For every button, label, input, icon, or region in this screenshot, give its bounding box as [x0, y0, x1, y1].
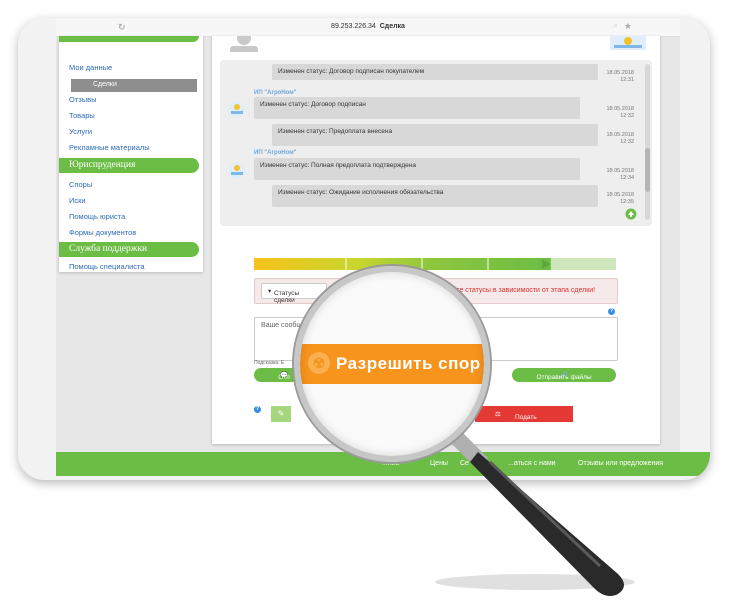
- message-timestamp: 18.05.2018 12:32: [606, 106, 634, 119]
- chat-history[interactable]: Изменен статус: Договор подписан покупат…: [220, 60, 652, 226]
- footer-link[interactable]: Цены: [430, 460, 448, 467]
- site-footer: ...ние Цены Се ...аться с нами Отзывы ил…: [56, 452, 710, 476]
- deal-progress-bar: [254, 258, 616, 270]
- user-avatar-icon: [230, 36, 258, 52]
- chat-message: Изменен статус: Предоплата внесена: [272, 124, 598, 146]
- chat-message: Изменен статус: Ожидание исполнения обяз…: [272, 185, 598, 207]
- deal-panel: Изменен статус: Договор подписан покупат…: [212, 36, 660, 444]
- agronom-avatar-icon: [229, 101, 245, 117]
- sidebar-item-goods[interactable]: Товары: [69, 111, 95, 120]
- section-support-header: Служба поддержки: [59, 242, 199, 257]
- section-law-header: Юриспруденция: [59, 158, 199, 173]
- deal-status-dropdown[interactable]: Статусы сделки ▾: [261, 283, 327, 304]
- agronom-avatar-icon: [229, 162, 245, 178]
- sidebar: Мои данные Сделки Отзывы Товары Услуги Р…: [59, 36, 203, 272]
- footer-link[interactable]: ...ние: [382, 460, 400, 467]
- chat-message: Изменен статус: Договор подписан: [254, 97, 580, 119]
- agronom-logo-icon: [610, 36, 646, 50]
- chat-message: Изменен статус: Договор подписан покупат…: [272, 64, 598, 80]
- sidebar-item-claims[interactable]: Иски: [69, 196, 86, 205]
- sidebar-item-services[interactable]: Услуги: [69, 127, 92, 136]
- device-frame: ↻ 89.253.226.34 Сделка ⌕ ★ Мои данные Сд…: [18, 18, 710, 480]
- sidebar-item-deals[interactable]: Сделки: [71, 79, 197, 92]
- chat-message: Изменен статус: Полная предоплата подтве…: [254, 158, 580, 180]
- message-timestamp: 18.05.2018 12:34: [606, 168, 634, 181]
- sidebar-item-ad-materials[interactable]: Рекламные материалы: [69, 143, 150, 152]
- help-icon[interactable]: ?: [254, 406, 261, 413]
- message-timestamp: 18.05.2018 12:32: [606, 132, 634, 145]
- message-timestamp: 18.05.2018 12:31: [606, 70, 634, 83]
- footer-link[interactable]: Се: [460, 460, 469, 467]
- sidebar-item-disputes[interactable]: Споры: [69, 180, 92, 189]
- send-files-button[interactable]: 🔗 Отправить файлы: [512, 368, 616, 382]
- edit-icon[interactable]: ✎: [271, 406, 291, 422]
- sidebar-item-my-data[interactable]: Мои данные: [69, 63, 112, 72]
- sidebar-item-lawyer-help[interactable]: Помощь юриста: [69, 212, 125, 221]
- message-timestamp: 18.05.2018 12:35: [606, 192, 634, 205]
- status-row: Статусы сделки ▾ Выбирайте статусы в зав…: [254, 278, 618, 304]
- chat-scrollbar[interactable]: [645, 64, 650, 220]
- sidebar-item-reviews[interactable]: Отзывы: [69, 95, 96, 104]
- sidebar-item-doc-forms[interactable]: Формы документов: [69, 228, 136, 237]
- message-input[interactable]: Ваше сообще: [254, 317, 618, 361]
- footer-link[interactable]: ...аться с нами: [508, 460, 556, 467]
- message-sender: ИП "АгроНом": [254, 90, 297, 96]
- status-hint: Выбирайте статусы в зависимости от этапа…: [427, 287, 596, 294]
- sidebar-item-specialist-help[interactable]: Помощь специалиста: [69, 262, 145, 271]
- message-sender: ИП "АгроНом": [254, 150, 297, 156]
- file-claim-button[interactable]: ⚖ Подать иск: [475, 406, 573, 428]
- address-bar[interactable]: ↻ 89.253.226.34 Сделка ⌕ ★: [56, 18, 680, 37]
- browser-screen: ↻ 89.253.226.34 Сделка ⌕ ★ Мои данные Сд…: [56, 18, 680, 476]
- message-hint: Подсказка: Е: [254, 360, 285, 366]
- address-text: 89.253.226.34 Сделка: [331, 23, 405, 30]
- footer-link[interactable]: Отзывы или предложения: [578, 460, 663, 467]
- help-icon[interactable]: ?: [608, 308, 615, 315]
- send-message-button[interactable]: 💬 Отп: [254, 368, 314, 382]
- bookmark-star-icon[interactable]: ★: [624, 21, 632, 32]
- zoom-icon[interactable]: ⌕: [614, 21, 618, 31]
- scroll-up-icon[interactable]: [625, 208, 637, 220]
- sidebar-top-accent: [59, 36, 199, 42]
